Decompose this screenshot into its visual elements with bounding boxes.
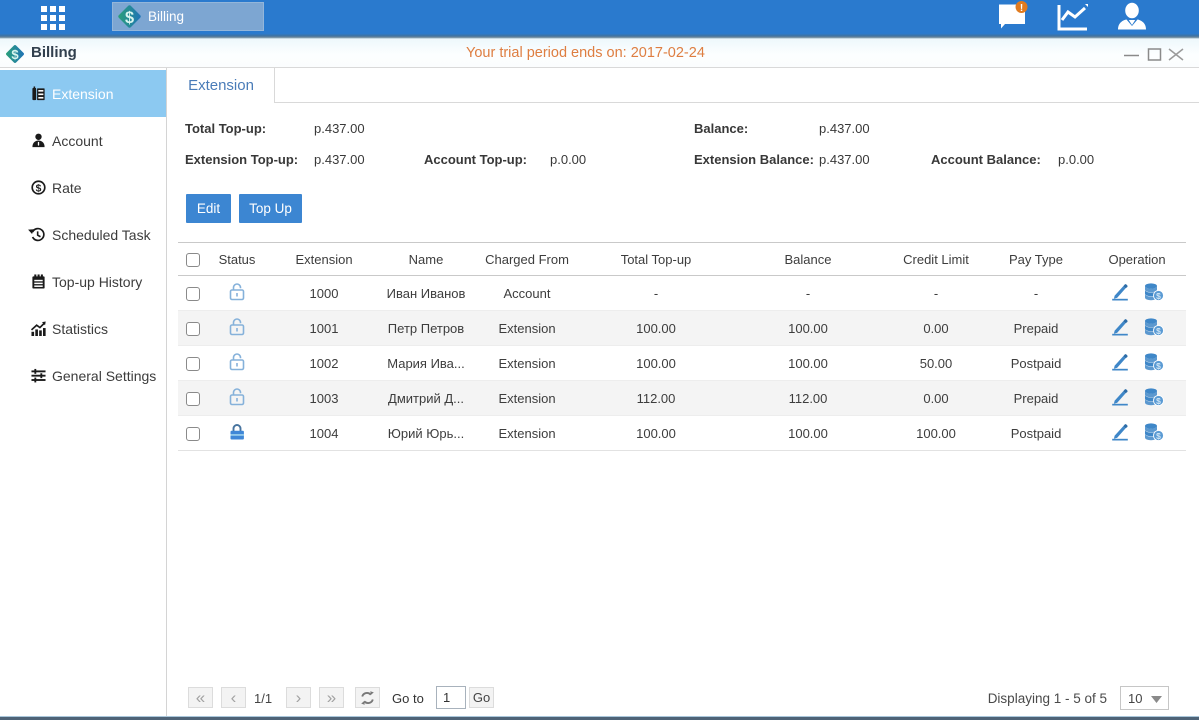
svg-text:$: $ [36,183,42,194]
svg-text:$: $ [125,9,134,27]
svg-text:!: ! [1020,3,1023,14]
svg-text:$: $ [11,47,19,62]
